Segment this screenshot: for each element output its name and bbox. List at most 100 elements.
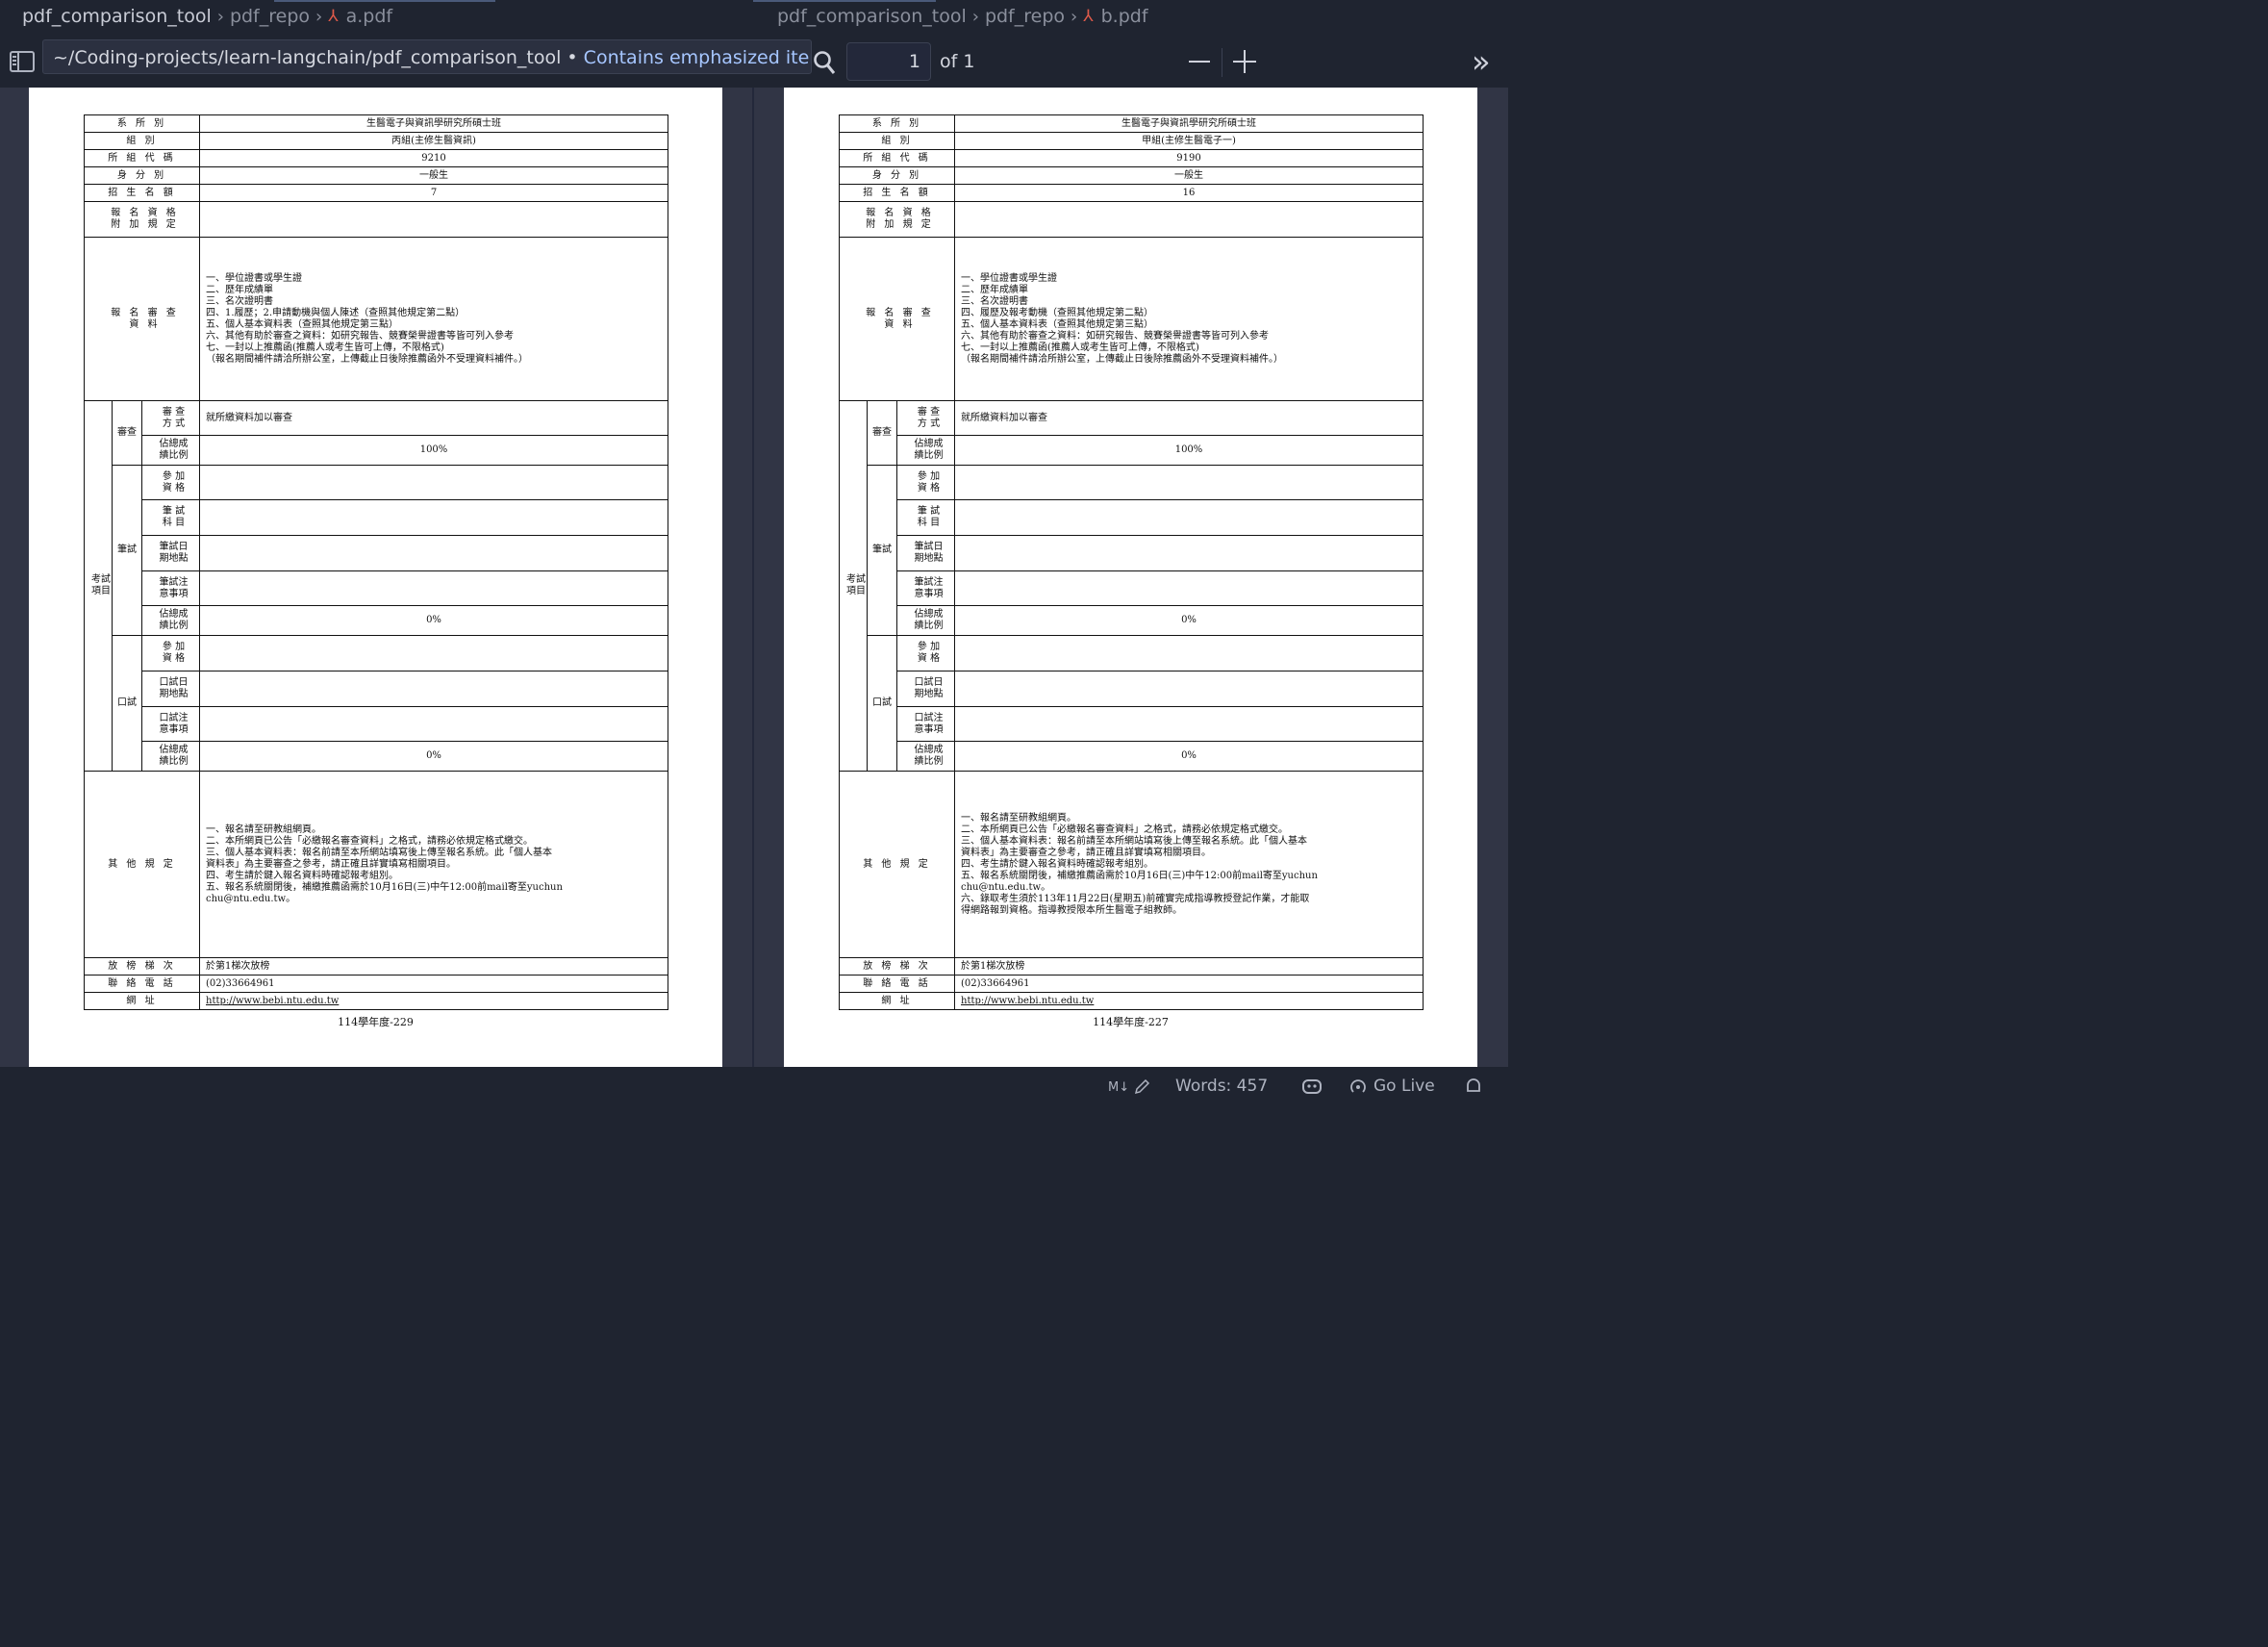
value-website[interactable]: http://www.bebi.ntu.edu.tw (954, 992, 1424, 1010)
value-oral-notes (199, 706, 668, 742)
value-eligibility (954, 201, 1424, 238)
label-oral-weight: 佔總成 績比例 (896, 741, 955, 772)
label-identity: 身 分 別 (84, 166, 200, 185)
label-written-datetime: 筆試日 期地點 (896, 535, 955, 571)
label-written: 筆試 (867, 465, 897, 636)
word-count[interactable]: Words: 457 (1175, 1077, 1268, 1096)
label-review: 審查 (867, 400, 897, 466)
value-oral-participate (199, 635, 668, 671)
value-review-weight: 100% (199, 435, 668, 466)
value-website[interactable]: http://www.bebi.ntu.edu.tw (199, 992, 668, 1010)
value-oral-weight: 0% (199, 741, 668, 772)
pencil-icon[interactable] (1133, 1078, 1150, 1096)
chevron-right-icon: › (216, 6, 224, 27)
path-tooltip: ~/Coding-projects/learn-langchain/pdf_co… (42, 39, 812, 74)
label-phone: 聯 絡 電 話 (84, 975, 200, 993)
label-review-weight: 佔總成 績比例 (896, 435, 955, 466)
label-review-weight: 佔總成 績比例 (141, 435, 200, 466)
zoom-in-icon[interactable] (1233, 50, 1256, 73)
pdf-viewer-left[interactable]: 系 所 別生醫電子與資訊學研究所碩士班 組 別丙組(主修生醫資訊) 所 組 代 … (0, 88, 752, 1067)
breadcrumb-folder[interactable]: pdf_repo (985, 6, 1065, 27)
label-written-participate: 參 加 資 格 (896, 465, 955, 500)
go-live-button[interactable]: Go Live (1373, 1077, 1435, 1096)
page-number-input[interactable]: 1 (846, 42, 931, 81)
label-oral-weight: 佔總成 績比例 (141, 741, 200, 772)
value-oral-notes (954, 706, 1424, 742)
value-materials: 一、學位證書或學生證 二、歷年成績單 三、名次證明書 四、1.履歷；2.申請動機… (199, 237, 668, 401)
label-review: 審查 (112, 400, 142, 466)
label-oral-participate: 參 加 資 格 (141, 635, 200, 671)
bell-icon[interactable] (1464, 1077, 1483, 1096)
value-phone: (02)33664961 (954, 975, 1424, 993)
value-written-participate (199, 465, 668, 500)
label-eligibility: 報 名 資 格 附 加 規 定 (839, 201, 955, 238)
label-written-subjects: 筆 試 科 目 (141, 499, 200, 536)
page-footer: 114學年度-227 (1093, 1016, 1169, 1028)
chevron-right-icon: › (971, 6, 979, 27)
value-oral-participate (954, 635, 1424, 671)
copilot-icon[interactable] (1300, 1077, 1323, 1096)
chevron-right-icon: › (1071, 6, 1078, 27)
label-oral: 口試 (867, 635, 897, 772)
value-written-subjects (954, 499, 1424, 536)
breadcrumb-file[interactable]: b.pdf (1101, 6, 1148, 27)
value-written-weight: 0% (199, 605, 668, 636)
broadcast-icon[interactable] (1348, 1077, 1368, 1097)
value-release: 於第1梯次放榜 (199, 957, 668, 976)
label-quota: 招 生 名 額 (839, 184, 955, 202)
label-other: 其 他 規 定 (839, 771, 955, 958)
label-code: 所 組 代 碼 (839, 149, 955, 167)
admission-form-a: 系 所 別生醫電子與資訊學研究所碩士班 組 別丙組(主修生醫資訊) 所 組 代 … (84, 114, 668, 1010)
value-written-notes (954, 570, 1424, 606)
value-other: 一、報名請至研教組網頁。 二、本所網頁已公告「必繳報名審查資料」之格式，請務必依… (954, 771, 1424, 958)
value-written-datetime (199, 535, 668, 571)
label-oral-datetime: 口試日 期地點 (141, 671, 200, 707)
value-dept: 生醫電子與資訊學研究所碩士班 (954, 114, 1424, 133)
label-other: 其 他 規 定 (84, 771, 200, 958)
label-review-method: 審 查 方 式 (141, 400, 200, 436)
tooltip-separator: • (567, 47, 578, 68)
breadcrumb-folder[interactable]: pdf_comparison_tool (777, 6, 967, 27)
pdf-viewer-right[interactable]: 系 所 別生醫電子與資訊學研究所碩士班 組 別甲組(主修生醫電子一) 所 組 代… (754, 88, 1508, 1067)
value-other: 一、報名請至研教組網頁。 二、本所網頁已公告「必繳報名審查資料」之格式，請務必依… (199, 771, 668, 958)
page-footer: 114學年度-229 (338, 1016, 414, 1028)
label-written-datetime: 筆試日 期地點 (141, 535, 200, 571)
label-oral-notes: 口試注 意事項 (141, 706, 200, 742)
label-release: 放 榜 梯 次 (839, 957, 955, 976)
search-icon[interactable] (813, 50, 836, 75)
pdf-page-a: 系 所 別生醫電子與資訊學研究所碩士班 組 別丙組(主修生醫資訊) 所 組 代 … (29, 88, 722, 1067)
value-dept: 生醫電子與資訊學研究所碩士班 (199, 114, 668, 133)
value-release: 於第1梯次放榜 (954, 957, 1424, 976)
label-release: 放 榜 梯 次 (84, 957, 200, 976)
label-quota: 招 生 名 額 (84, 184, 200, 202)
value-quota: 16 (954, 184, 1424, 202)
status-bar: M↓ Words: 457 Go Live (0, 1067, 1508, 1097)
sidebar-toggle-icon[interactable] (10, 51, 35, 72)
value-code: 9210 (199, 149, 668, 167)
value-oral-weight: 0% (954, 741, 1424, 772)
value-oral-datetime (954, 671, 1424, 707)
pdf-page-b: 系 所 別生醫電子與資訊學研究所碩士班 組 別甲組(主修生醫電子一) 所 組 代… (784, 88, 1477, 1067)
pdf-file-icon: ⅄ (328, 7, 339, 26)
zoom-out-icon[interactable] (1189, 50, 1212, 73)
label-dept: 系 所 別 (839, 114, 955, 133)
label-code: 所 組 代 碼 (84, 149, 200, 167)
value-phone: (02)33664961 (199, 975, 668, 993)
value-code: 9190 (954, 149, 1424, 167)
label-oral-datetime: 口試日 期地點 (896, 671, 955, 707)
label-written-notes: 筆試注 意事項 (896, 570, 955, 606)
label-written-weight: 佔總成 績比例 (141, 605, 200, 636)
value-materials: 一、學位證書或學生證 二、歷年成績單 三、名次證明書 四、履歷及報考動機（查照其… (954, 237, 1424, 401)
label-written-subjects: 筆 試 科 目 (896, 499, 955, 536)
breadcrumb-folder[interactable]: pdf_repo (230, 6, 310, 27)
markdown-icon[interactable]: M↓ (1108, 1080, 1129, 1095)
label-exam-items: 考試 項目 (84, 400, 113, 772)
breadcrumb-file[interactable]: a.pdf (346, 6, 393, 27)
tooltip-path: ~/Coding-projects/learn-langchain/pdf_co… (53, 47, 562, 68)
label-phone: 聯 絡 電 話 (839, 975, 955, 993)
label-group: 組 別 (84, 132, 200, 150)
value-written-datetime (954, 535, 1424, 571)
breadcrumb-folder[interactable]: pdf_comparison_tool (22, 6, 212, 27)
label-materials: 報 名 審 查 資 料 (84, 237, 200, 401)
more-actions-icon[interactable]: » (1472, 46, 1491, 77)
